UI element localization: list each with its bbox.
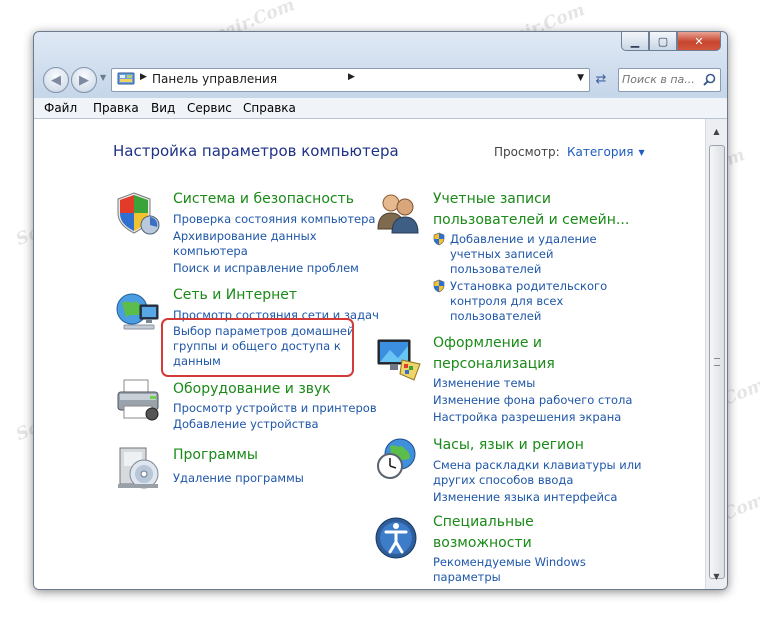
category-appearance-line2[interactable]: персонализация: [433, 354, 555, 375]
link-change-keyboards[interactable]: Смена раскладки клавиатуры или: [433, 458, 642, 473]
link-add-remove-accounts[interactable]: Добавление и удаление: [450, 232, 597, 247]
link-devices-printers[interactable]: Просмотр устройств и принтеров: [173, 401, 377, 416]
search-icon[interactable]: [703, 73, 716, 86]
menu-tools[interactable]: Сервис: [187, 101, 232, 115]
link-change-desktop-background[interactable]: Изменение фона рабочего стола: [433, 393, 632, 408]
link-parental-controls-cont[interactable]: контроля для всех: [450, 294, 563, 309]
close-button[interactable]: ✕: [677, 32, 721, 51]
dropdown-arrow-icon: ▼: [638, 148, 645, 157]
breadcrumb-control-panel[interactable]: Панель управления: [152, 72, 277, 86]
link-troubleshoot[interactable]: Поиск и исправление проблем: [173, 261, 359, 276]
category-user-accounts-line2[interactable]: пользователей и семейн...: [433, 210, 629, 231]
caption-buttons: ▁ ▢ ✕: [621, 32, 721, 51]
printer-icon[interactable]: [114, 374, 162, 422]
security-shield-icon[interactable]: [114, 189, 162, 237]
menu-help[interactable]: Справка: [243, 101, 296, 115]
back-button[interactable]: ◀: [43, 67, 69, 93]
category-network-internet[interactable]: Сеть и Интернет: [173, 285, 297, 306]
address-dropdown-icon[interactable]: ▼: [577, 73, 584, 83]
category-ease-of-access-line2[interactable]: возможности: [433, 533, 534, 554]
page-title: Настройка параметров компьютера: [113, 142, 399, 160]
vertical-scrollbar[interactable]: ▲ ▼: [705, 119, 727, 589]
control-panel-icon: [117, 72, 135, 85]
link-change-keyboards-cont[interactable]: других способов ввода: [433, 473, 573, 488]
link-backup-data-cont[interactable]: компьютера: [173, 244, 248, 259]
appearance-monitor-icon[interactable]: [374, 334, 422, 382]
link-add-remove-accounts-cont[interactable]: учетных записей: [450, 247, 553, 262]
menu-edit[interactable]: Правка: [93, 101, 139, 115]
breadcrumb-chevron-icon[interactable]: ▶: [348, 72, 355, 82]
link-change-display-language[interactable]: Изменение языка интерфейса: [433, 490, 617, 505]
scroll-up-icon[interactable]: ▲: [706, 123, 727, 140]
breadcrumb-chevron-icon[interactable]: ▶: [140, 72, 147, 82]
view-by-value[interactable]: Категория: [567, 145, 634, 159]
users-icon[interactable]: [374, 189, 422, 237]
category-programs[interactable]: Программы: [173, 445, 258, 466]
link-backup-data[interactable]: Архивирование данных: [173, 229, 317, 244]
refresh-icon: ⇄: [595, 71, 607, 87]
menu-bar: Файл Правка Вид Сервис Справка: [34, 98, 727, 119]
accessibility-icon[interactable]: [374, 514, 422, 562]
search-input[interactable]: [622, 71, 700, 87]
address-bar[interactable]: ▶ Панель управления ▶ ▼: [111, 68, 590, 92]
forward-arrow-icon: ▶: [79, 72, 89, 88]
search-box[interactable]: [618, 68, 721, 92]
link-change-theme[interactable]: Изменение темы: [433, 376, 535, 391]
network-globe-icon[interactable]: [114, 287, 162, 335]
recent-pages-dropdown-icon[interactable]: ▼: [100, 73, 106, 82]
category-hardware-sound[interactable]: Оборудование и звук: [173, 379, 331, 400]
menu-file[interactable]: Файл: [44, 101, 77, 115]
scroll-down-icon[interactable]: ▼: [706, 568, 727, 585]
content-area: Настройка параметров компьютера Просмотр…: [34, 119, 705, 589]
clock-globe-icon[interactable]: [374, 434, 422, 482]
category-system-security[interactable]: Система и безопасность: [173, 189, 354, 210]
category-ease-of-access-line1[interactable]: Специальные: [433, 512, 534, 533]
link-recommended-settings[interactable]: Рекомендуемые Windows: [433, 555, 586, 570]
category-user-accounts[interactable]: Учетные записи пользователей и семейн...: [433, 189, 629, 231]
maximize-button[interactable]: ▢: [649, 32, 677, 51]
uac-shield-icon: [433, 279, 445, 293]
category-appearance[interactable]: Оформление и персонализация: [433, 333, 555, 375]
link-parental-controls-end[interactable]: пользователей: [450, 309, 541, 324]
link-parental-controls[interactable]: Установка родительского: [450, 279, 607, 294]
back-arrow-icon: ◀: [51, 72, 61, 88]
annotation-highlight-box: [161, 318, 354, 377]
category-ease-of-access[interactable]: Специальные возможности: [433, 512, 534, 554]
category-user-accounts-line1[interactable]: Учетные записи: [433, 189, 629, 210]
minimize-button[interactable]: ▁: [621, 32, 649, 51]
link-adjust-resolution[interactable]: Настройка разрешения экрана: [433, 410, 621, 425]
category-appearance-line1[interactable]: Оформление и: [433, 333, 555, 354]
view-by-label: Просмотр:: [494, 145, 560, 159]
scroll-thumb[interactable]: [709, 145, 725, 579]
link-add-remove-accounts-end[interactable]: пользователей: [450, 262, 541, 277]
view-by-dropdown[interactable]: Категория ▼: [567, 145, 645, 159]
forward-button[interactable]: ▶: [71, 67, 97, 93]
navigation-bar: ◀ ▶ ▼ ▶ Панель управления ▶ ▼ ⇄: [34, 64, 727, 94]
link-uninstall-program[interactable]: Удаление программы: [173, 471, 304, 486]
scroll-grip: [714, 358, 720, 366]
uac-shield-icon: [433, 232, 445, 246]
menu-view[interactable]: Вид: [151, 101, 175, 115]
link-recommended-settings-cont[interactable]: параметры: [433, 570, 501, 585]
programs-disc-icon[interactable]: [114, 444, 162, 492]
control-panel-window: ▁ ▢ ✕ ◀ ▶ ▼ ▶ Панель управления ▶ ▼ ⇄ По…: [33, 31, 728, 590]
category-clock-language-region[interactable]: Часы, язык и регион: [433, 435, 584, 456]
link-add-device[interactable]: Добавление устройства: [173, 417, 319, 432]
refresh-button[interactable]: ⇄: [590, 70, 612, 88]
link-check-computer-status[interactable]: Проверка состояния компьютера: [173, 212, 375, 227]
